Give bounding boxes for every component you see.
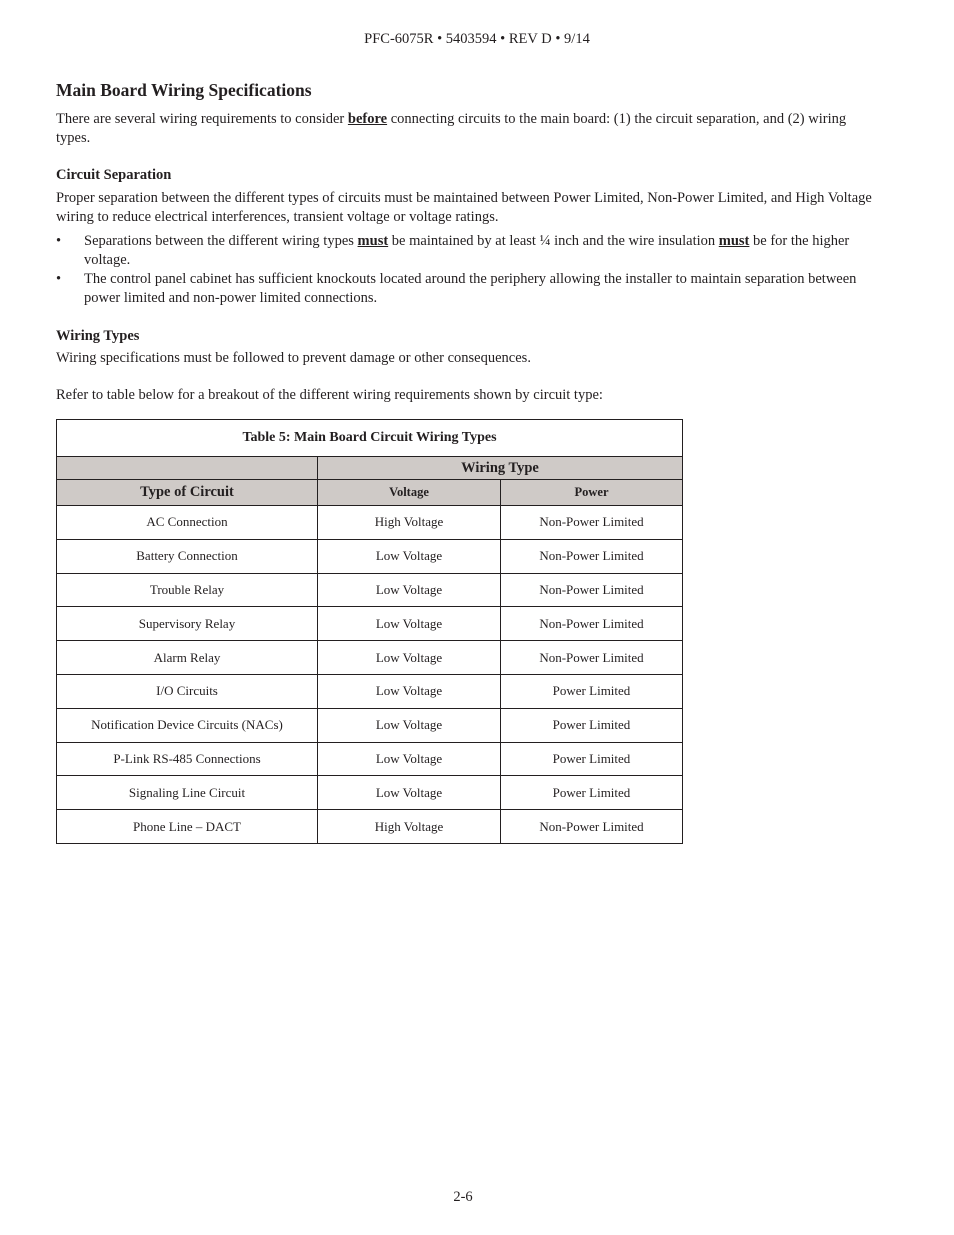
power-cell: Non-Power Limited — [500, 538, 683, 574]
main-content: Main Board Wiring Specifications There a… — [56, 78, 876, 405]
circuit-separation-text: Proper separation between the different … — [56, 190, 872, 225]
circuit-type-cell: Supervisory Relay — [56, 606, 318, 642]
power-cell: Power Limited — [500, 775, 683, 811]
circuit-type-cell: I/O Circuits — [56, 673, 318, 709]
circuit-type-cell: Phone Line – DACT — [56, 809, 318, 844]
voltage-cell: Low Voltage — [317, 673, 501, 709]
power-cell: Non-Power Limited — [500, 640, 683, 675]
voltage-cell: Low Voltage — [317, 640, 501, 675]
power-cell: Power Limited — [500, 707, 683, 743]
table-row: Signaling Line Circuit Low Voltage Power L… — [56, 775, 683, 811]
intro-text-start: There are several wiring requirements to… — [56, 111, 348, 127]
voltage-cell: Low Voltage — [317, 606, 501, 642]
table-group-header: Wiring Type — [317, 456, 683, 480]
section-title: Main Board Wiring Specifications — [56, 80, 312, 100]
power-cell: Non-Power Limited — [500, 809, 683, 844]
circuit-type-cell: Signaling Line Circuit — [56, 775, 318, 811]
table-caption: Table 5: Main Board Circuit Wiring Types — [56, 419, 683, 457]
voltage-cell: High Voltage — [317, 505, 501, 540]
wiring-types-heading: Wiring Types — [56, 328, 140, 344]
document-header: PFC-6075R • 5403594 • REV D • 9/14 — [364, 31, 590, 47]
wiring-types-table: Table 5: Main Board Circuit Wiring Types… — [56, 419, 683, 844]
circuit-type-cell: AC Connection — [56, 505, 318, 540]
intro-paragraph: There are several wiring requirements to… — [56, 110, 876, 148]
page-number: 2-6 — [453, 1189, 473, 1205]
circuit-type-cell: P-Link RS-485 Connections — [56, 741, 318, 777]
power-cell: Power Limited — [500, 673, 683, 709]
bullet-text: The control panel cabinet has sufficient… — [84, 271, 857, 306]
voltage-cell: Low Voltage — [317, 775, 501, 811]
power-cell: Power Limited — [500, 741, 683, 777]
voltage-cell: Low Voltage — [317, 741, 501, 777]
column-header-power: Power — [500, 479, 683, 506]
voltage-cell: Low Voltage — [317, 572, 501, 608]
circuit-type-cell: Trouble Relay — [56, 572, 318, 608]
column-header-type: Type of Circuit — [56, 479, 318, 506]
table-row: Trouble Relay Low Voltage Non-Power Limite… — [56, 572, 683, 608]
table-row: AC Connection High Voltage Non-Power Limit… — [56, 505, 683, 540]
circuit-type-cell: Battery Connection — [56, 538, 318, 574]
voltage-cell: Low Voltage — [317, 538, 501, 574]
separation-bullet-list: • Separations between the different wirin… — [56, 232, 876, 308]
circuit-separation-heading: Circuit Separation — [56, 167, 172, 183]
power-cell: Non-Power Limited — [500, 606, 683, 642]
table-row: Notification Device Circuits (NACs) Low V… — [56, 707, 683, 743]
table-row: Supervisory Relay Low Voltage Non-Power Li… — [56, 606, 683, 642]
bullet-text: Separations between the different wiring… — [84, 233, 358, 249]
table-row: Phone Line – DACT High Voltage Non-Power L… — [56, 809, 683, 844]
emphasis-must: must — [357, 233, 389, 249]
bullet-item: • The control panel cabinet has sufficien… — [56, 270, 876, 308]
bullet-text: be maintained by at least ¼ inch and the… — [388, 233, 719, 249]
bullet-icon: • — [56, 271, 62, 287]
table-row: P-Link RS-485 Connections Low Voltage Powe… — [56, 741, 683, 777]
wiring-types-text: Wiring specifications must be followed t… — [56, 350, 531, 366]
emphasis-must: must — [718, 233, 750, 249]
voltage-cell: Low Voltage — [317, 707, 501, 743]
table-row: Battery Connection Low Voltage Non-Power L… — [56, 538, 683, 574]
bullet-item: • Separations between the different wirin… — [56, 232, 876, 270]
table-header-blank — [56, 456, 318, 480]
voltage-cell: High Voltage — [317, 809, 501, 844]
power-cell: Non-Power Limited — [500, 505, 683, 540]
table-row: I/O Circuits Low Voltage Power Limited — [56, 673, 683, 709]
circuit-type-cell: Notification Device Circuits (NACs) — [56, 707, 318, 743]
table-reference-text: Refer to table below for a breakout of t… — [56, 387, 603, 403]
bullet-icon: • — [56, 233, 62, 249]
emphasis-before: before — [347, 111, 388, 127]
column-header-voltage: Voltage — [317, 479, 501, 506]
power-cell: Non-Power Limited — [500, 572, 683, 608]
table-row: Alarm Relay Low Voltage Non-Power Limited — [56, 640, 683, 675]
circuit-type-cell: Alarm Relay — [56, 640, 318, 675]
table-body: AC Connection High Voltage Non-Power Limit… — [56, 505, 683, 844]
